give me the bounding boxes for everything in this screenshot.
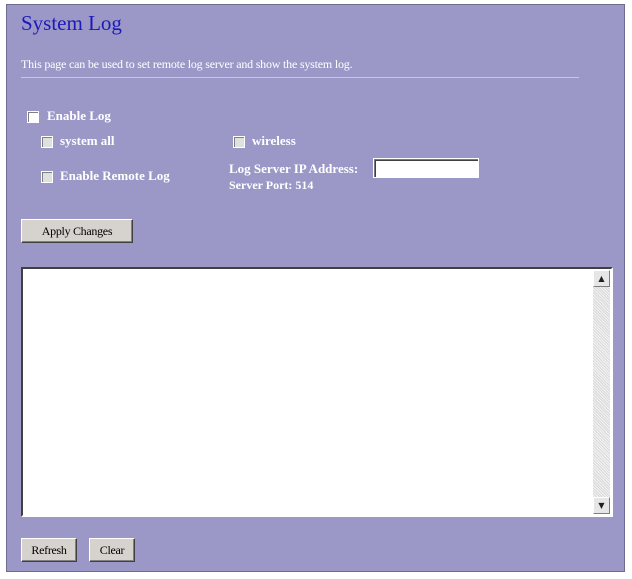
enable-log-label: Enable Log (47, 108, 111, 123)
wireless-label: wireless (252, 133, 296, 148)
enable-log-checkbox[interactable] (27, 111, 39, 123)
apply-changes-button[interactable]: Apply Changes (21, 219, 133, 243)
scroll-up-icon[interactable]: ▲ (593, 270, 610, 287)
system-all-checkbox[interactable] (41, 136, 53, 148)
log-scrollbar[interactable]: ▲ ▼ (593, 270, 610, 514)
clear-button[interactable]: Clear (89, 538, 135, 562)
enable-remote-log-checkbox[interactable] (41, 171, 53, 183)
wireless-checkbox[interactable] (233, 136, 245, 148)
server-port-text: Server Port: 514 (229, 178, 314, 192)
log-server-ip-input[interactable] (373, 158, 479, 178)
system-log-textarea[interactable]: ▲ ▼ (21, 267, 613, 517)
refresh-button[interactable]: Refresh (21, 538, 77, 562)
page-title: System Log (21, 11, 122, 35)
page-description: This page can be used to set remote log … (21, 57, 353, 71)
system-log-content (25, 271, 589, 513)
scroll-down-icon[interactable]: ▼ (593, 497, 610, 514)
system-log-panel: System Log This page can be used to set … (6, 4, 625, 572)
system-all-label: system all (60, 133, 115, 148)
log-server-ip-label: Log Server IP Address: (229, 161, 359, 176)
enable-remote-log-label: Enable Remote Log (60, 168, 170, 183)
divider (21, 77, 579, 78)
